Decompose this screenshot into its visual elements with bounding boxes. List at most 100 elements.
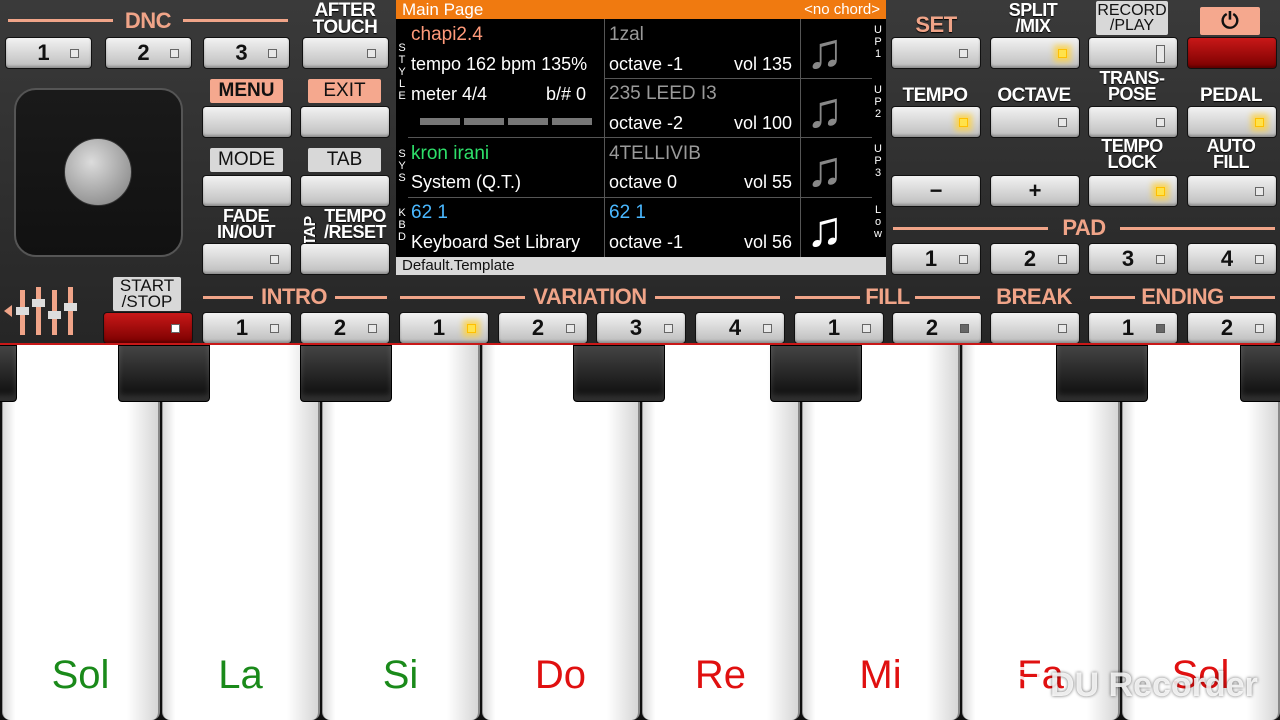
track-low-vol: vol 56 [744, 232, 793, 252]
split-mix-button[interactable] [990, 37, 1080, 69]
black-key[interactable] [1056, 345, 1148, 402]
joystick-pad[interactable] [14, 88, 183, 257]
style-side-label: STYLE [398, 42, 406, 102]
break-button[interactable] [990, 312, 1080, 344]
music-note-icon[interactable]: ♫ [806, 22, 844, 80]
track-low-name[interactable]: 62 1 [609, 202, 646, 224]
dnc-button-3[interactable]: 3 [203, 37, 290, 69]
fade-button[interactable] [202, 243, 292, 275]
style-name[interactable]: chapi2.4 [411, 24, 483, 46]
led [367, 49, 376, 58]
fill-button-1[interactable]: 1 [794, 312, 884, 344]
sys-value: System (Q.T.) [411, 172, 522, 192]
black-key[interactable] [0, 345, 17, 402]
up2-side-label: UP2 [874, 84, 882, 120]
dnc-button-2[interactable]: 2 [105, 37, 192, 69]
track-up3-name[interactable]: 4TELLIVIB [609, 143, 701, 165]
power-icon: ⏻ [1221, 8, 1239, 33]
template-footer: Default.Template [396, 257, 886, 275]
music-note-icon[interactable]: ♫ [806, 81, 844, 139]
tap-tempo-button[interactable] [300, 243, 390, 275]
variation-button-4[interactable]: 4 [695, 312, 785, 344]
joystick-knob[interactable] [64, 138, 132, 206]
plus-button[interactable]: + [990, 175, 1080, 207]
octave-button[interactable] [990, 106, 1080, 138]
tab-label: TAB [308, 148, 381, 172]
pad-title: PAD [1062, 215, 1106, 240]
music-note-icon[interactable]: ♫ [806, 140, 844, 198]
menu-label: MENU [210, 79, 283, 103]
track-up1-name[interactable]: 1zal [609, 24, 644, 46]
variation-button-3[interactable]: 3 [596, 312, 686, 344]
kbd-value: Keyboard Set Library [411, 232, 581, 252]
ending-button-1[interactable]: 1 [1088, 312, 1178, 344]
start-stop-label: START/STOP [113, 277, 181, 311]
exit-label: EXIT [308, 79, 381, 103]
tab-button[interactable] [300, 175, 390, 207]
variation-title: VARIATION [533, 284, 647, 309]
track-up2-name[interactable]: 235 LEED I3 [609, 83, 717, 105]
ending-title: ENDING [1141, 284, 1224, 309]
pad-button-1[interactable]: 1 [891, 243, 981, 275]
led [70, 49, 79, 58]
transpose-button[interactable] [1088, 106, 1178, 138]
minus-button[interactable]: − [891, 175, 981, 207]
after-touch-label: AFTER TOUCH [312, 0, 378, 38]
screen-title-bar: Main Page <no chord> [396, 0, 886, 19]
control-panel: DNC AFTER TOUCH 1 2 3 MENU EXIT MODE TAB … [0, 0, 1280, 346]
dnc-line-left [8, 19, 113, 22]
track-up1-vol: vol 135 [734, 54, 793, 74]
track-up3-vol: vol 55 [744, 172, 793, 192]
pad-button-4[interactable]: 4 [1187, 243, 1277, 275]
up3-side-label: UP3 [874, 143, 882, 179]
auto-fill-label: AUTO FILL [1206, 136, 1256, 172]
piano-keyboard[interactable]: Sol La Si Do Re Mi Fa Sol DU Recorder [0, 345, 1280, 720]
black-key[interactable] [770, 345, 862, 402]
menu-button[interactable] [202, 106, 292, 138]
power-label: ⏻ [1200, 7, 1260, 35]
black-key[interactable] [573, 345, 665, 402]
pad-button-3[interactable]: 3 [1088, 243, 1178, 275]
ending-button-2[interactable]: 2 [1187, 312, 1277, 344]
fill-button-2[interactable]: 2 [892, 312, 982, 344]
music-note-icon[interactable]: ♫ [806, 200, 844, 258]
pad-line-left [893, 227, 1048, 230]
tempo-lock-button[interactable] [1088, 175, 1178, 207]
black-key[interactable] [118, 345, 210, 402]
black-key[interactable] [1240, 345, 1280, 402]
chord-indicator: <no chord> [804, 1, 880, 18]
record-play-button[interactable] [1088, 37, 1178, 69]
variation-button-1[interactable]: 1 [399, 312, 489, 344]
pad-button-2[interactable]: 2 [990, 243, 1080, 275]
start-stop-button[interactable] [103, 312, 193, 344]
dnc-title: DNC [124, 8, 172, 33]
tempo-button[interactable] [891, 106, 981, 138]
tempo-lock-label: TEMPO LOCK [1101, 136, 1163, 172]
kbd-name[interactable]: 62 1 [411, 202, 448, 224]
track-up1-octave: octave -1 [609, 54, 684, 74]
fill-title: FILL [865, 284, 910, 309]
sys-name[interactable]: kron irani [411, 143, 489, 165]
camera-icon [1000, 667, 1040, 703]
meter-readout: meter 4/4 [411, 84, 488, 104]
after-touch-button[interactable] [302, 37, 389, 69]
variation-button-2[interactable]: 2 [498, 312, 588, 344]
mode-button[interactable] [202, 175, 292, 207]
dnc-button-1[interactable]: 1 [5, 37, 92, 69]
exit-button[interactable] [300, 106, 390, 138]
auto-fill-button[interactable] [1187, 175, 1277, 207]
led [268, 49, 277, 58]
mixer-icon[interactable] [2, 285, 92, 340]
pedal-label: PEDAL [1200, 85, 1262, 106]
set-button[interactable] [891, 37, 981, 69]
recorder-watermark: DU Recorder [1000, 663, 1258, 707]
tap-label: TAP [302, 216, 319, 246]
intro-button-1[interactable]: 1 [202, 312, 292, 344]
minus-icon: − [929, 178, 943, 203]
black-key[interactable] [300, 345, 392, 402]
power-button[interactable] [1187, 37, 1277, 69]
kbd-side-label: KBD [398, 207, 406, 243]
pedal-button[interactable] [1187, 106, 1277, 138]
intro-button-2[interactable]: 2 [300, 312, 390, 344]
tempo-readout: tempo 162 bpm 135% [411, 54, 588, 74]
